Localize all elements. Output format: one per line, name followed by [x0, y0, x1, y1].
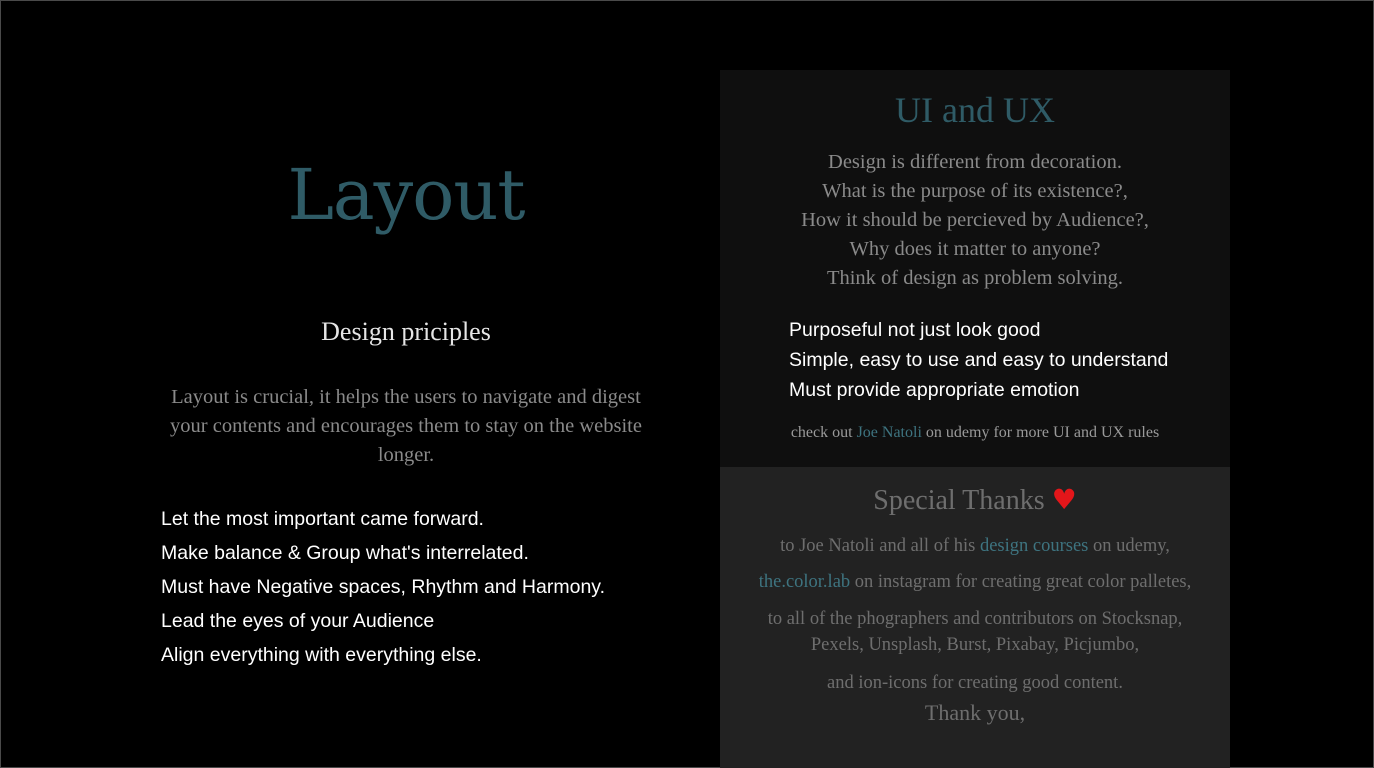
thank-you-text: Thank you, [924, 700, 1026, 725]
list-item: Simple, easy to use and easy to understa… [789, 349, 1169, 371]
credit-prefix: check out [790, 424, 857, 441]
thanks-text: to Joe Natoli and all of his [780, 536, 980, 556]
description-line: Design is different from decoration. [828, 151, 1122, 173]
ui-ux-rules-list: Purposeful not just look good Simple, ea… [789, 315, 1168, 405]
description-line: Think of design as problem solving. [826, 267, 1124, 289]
layout-description: Layout is crucial, it helps the users to… [170, 386, 642, 466]
color-lab-link[interactable]: the.color.lab [759, 572, 850, 592]
ui-ux-panel: UI and UX Design is different from decor… [720, 70, 1230, 467]
design-principles-heading: Design priciples [321, 317, 491, 346]
ui-ux-description: Design is different from decoration. Wha… [720, 148, 1230, 293]
list-item: Must have Negative spaces, Rhythm and Ha… [161, 576, 606, 598]
thanks-line-colorlab: the.color.lab on instagram for creating … [720, 569, 1230, 595]
description-line: How it should be percieved by Audience?, [801, 209, 1149, 231]
ui-ux-title: UI and UX [895, 90, 1055, 130]
page-frame: Layout Design priciples Layout is crucia… [0, 0, 1374, 768]
layout-title: Layout [287, 154, 525, 236]
list-item: Must provide appropriate emotion [789, 379, 1080, 401]
list-item: Let the most important came forward. [161, 508, 484, 530]
thanks-line-ion-icons: and ion-icons for creating good content. [827, 673, 1123, 693]
description-line: Why does it matter to anyone? [849, 238, 1101, 260]
list-item: Purposeful not just look good [789, 319, 1041, 341]
special-thanks-panel: Special Thanks ♥ to Joe Natoli and all o… [720, 467, 1230, 768]
thanks-line-courses: to Joe Natoli and all of his design cour… [720, 533, 1230, 559]
principles-list: Let the most important came forward. Mak… [161, 504, 605, 674]
description-line: What is the purpose of its existence?, [822, 180, 1128, 202]
list-item: Lead the eyes of your Audience [161, 610, 435, 632]
credit-suffix: on udemy for more UI and UX rules [921, 424, 1160, 441]
joe-natoli-link[interactable]: Joe Natoli [857, 424, 922, 441]
list-item: Make balance & Group what's interrelated… [161, 542, 529, 564]
thanks-text: on instagram for creating great color pa… [850, 572, 1192, 592]
design-courses-link[interactable]: design courses [980, 536, 1088, 556]
heart-icon: ♥ [1051, 483, 1077, 516]
udemy-credit: check out Joe Natoli on udemy for more U… [720, 422, 1230, 444]
special-thanks-title: Special Thanks ♥ [720, 482, 1230, 519]
list-item: Align everything with everything else. [161, 644, 482, 666]
layout-section: Layout Design priciples Layout is crucia… [1, 1, 811, 767]
special-thanks-label: Special Thanks [873, 485, 1052, 516]
thanks-line-photographers: to all of the phographers and contributo… [767, 609, 1183, 629]
thanks-text: on udemy, [1088, 536, 1170, 556]
thanks-line-photo-sites: Pexels, Unsplash, Burst, Pixabay, Picjum… [810, 635, 1140, 655]
